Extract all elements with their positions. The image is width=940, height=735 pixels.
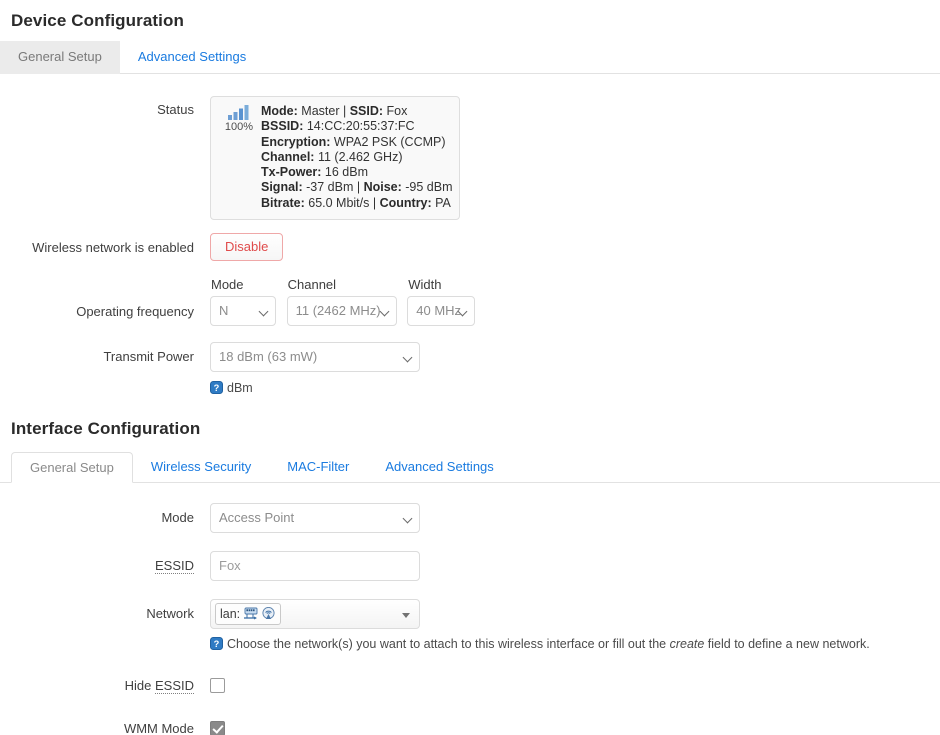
status-separator: | bbox=[339, 104, 350, 118]
status-line: Channel: 11 (2.462 GHz) bbox=[261, 150, 453, 165]
status-key: Channel: bbox=[261, 149, 315, 164]
network-chip-label: lan: bbox=[220, 607, 241, 621]
tab-device-general-setup[interactable]: General Setup bbox=[0, 41, 120, 74]
status-key: Noise: bbox=[363, 180, 402, 195]
wmm-mode-label: WMM Mode bbox=[123, 721, 194, 735]
status-key: BSSID: bbox=[261, 119, 304, 134]
tab-interface-general-setup[interactable]: General Setup bbox=[11, 452, 133, 483]
status-value: 65.0 Mbit/s bbox=[304, 195, 370, 210]
status-key: Encryption: bbox=[261, 134, 331, 149]
device-configuration-title: Device Configuration bbox=[11, 11, 184, 30]
network-chip-lan: lan: bbox=[215, 603, 282, 625]
transmit-power-help: ? dBm bbox=[210, 380, 420, 396]
status-value: Fox bbox=[383, 104, 408, 118]
status-key: Mode: bbox=[261, 104, 298, 118]
interface-mode-value: Access Point bbox=[219, 510, 295, 525]
help-question-icon: ? bbox=[210, 381, 223, 394]
status-value: 16 dBm bbox=[321, 165, 368, 180]
hide-essid-abbr: ESSID bbox=[154, 678, 194, 694]
wireless-config-page: Device Configuration General Setup Advan… bbox=[0, 0, 940, 735]
essid-input[interactable]: Fox bbox=[210, 551, 420, 581]
disable-wireless-button[interactable]: Disable bbox=[210, 233, 284, 261]
frequency-mode-col: Mode N bbox=[210, 278, 276, 326]
operating-frequency-label: Operating frequency bbox=[76, 304, 194, 319]
status-value: -37 dBm bbox=[302, 180, 354, 195]
frequency-mode-value: N bbox=[219, 303, 229, 318]
status-value: -95 dBm bbox=[401, 180, 453, 195]
svg-text:?: ? bbox=[214, 383, 220, 393]
status-label: Status bbox=[157, 102, 194, 117]
interface-mode-select[interactable]: Access Point bbox=[210, 503, 420, 533]
status-line: Bitrate: 65.0 Mbit/s | Country: PA bbox=[261, 196, 453, 211]
frequency-channel-heading: Channel bbox=[287, 277, 337, 292]
status-key: Tx-Power: bbox=[261, 165, 322, 180]
device-tab-bar: General Setup Advanced Settings bbox=[0, 41, 940, 74]
status-value: 11 (2.462 GHz) bbox=[314, 149, 403, 164]
frequency-width-select[interactable]: 40 MHz bbox=[407, 296, 476, 326]
svg-text:?: ? bbox=[214, 639, 220, 649]
status-key: Bitrate: bbox=[261, 195, 305, 210]
transmit-power-value: 18 dBm (63 mW) bbox=[219, 349, 318, 364]
chevron-down-icon bbox=[459, 308, 467, 316]
status-key: Country: bbox=[379, 195, 432, 210]
status-detail-lines: Mode: Master | SSID: Fox BSSID: 14:CC:20:… bbox=[259, 104, 453, 211]
status-value: 14:CC:20:55:37:FC bbox=[303, 119, 415, 134]
status-line: BSSID: 14:CC:20:55:37:FC bbox=[261, 119, 453, 134]
interface-mode-label: Mode bbox=[161, 510, 194, 525]
hide-essid-label-prefix: Hide bbox=[124, 678, 155, 693]
help-question-icon: ? bbox=[210, 637, 223, 650]
wireless-status-box: 100% Mode: Master | SSID: Fox BSSID: 14:C… bbox=[210, 96, 460, 221]
ethernet-switch-icon bbox=[244, 607, 258, 620]
hide-essid-label: Hide ESSID bbox=[0, 678, 194, 694]
network-select[interactable]: lan: bbox=[210, 599, 420, 629]
wmm-mode-checkbox[interactable] bbox=[210, 721, 225, 735]
frequency-channel-value: 11 (2462 MHz) bbox=[295, 303, 381, 318]
network-help-italic: create bbox=[669, 637, 705, 651]
transmit-power-select[interactable]: 18 dBm (63 mW) bbox=[210, 342, 420, 372]
frequency-width-heading: Width bbox=[408, 277, 442, 292]
status-key: Signal: bbox=[261, 180, 303, 195]
transmit-power-label: Transmit Power bbox=[103, 349, 194, 364]
hide-essid-checkbox[interactable] bbox=[210, 678, 225, 693]
status-value: WPA2 PSK (CCMP) bbox=[330, 134, 446, 149]
status-line: Signal: -37 dBm | Noise: -95 dBm bbox=[261, 180, 453, 195]
network-label: Network bbox=[146, 606, 194, 621]
chevron-down-icon bbox=[260, 308, 268, 316]
status-line: Encryption: WPA2 PSK (CCMP) bbox=[261, 135, 453, 150]
network-help: ? Choose the network(s) you want to atta… bbox=[210, 636, 870, 652]
tab-interface-wireless-security[interactable]: Wireless Security bbox=[133, 452, 269, 483]
interface-configuration-title: Interface Configuration bbox=[11, 419, 201, 438]
frequency-channel-select[interactable]: 11 (2462 MHz) bbox=[286, 296, 397, 326]
frequency-mode-heading: Mode bbox=[211, 277, 244, 292]
frequency-mode-select[interactable]: N bbox=[210, 296, 276, 326]
chevron-down-icon bbox=[381, 308, 389, 316]
wireless-enabled-label: Wireless network is enabled bbox=[32, 240, 194, 255]
essid-abbr: ESSID bbox=[154, 558, 194, 574]
network-help-prefix: Choose the network(s) you want to attach… bbox=[227, 637, 670, 651]
network-help-suffix: field to define a new network. bbox=[704, 637, 870, 651]
signal-percent-label: 100% bbox=[224, 121, 254, 133]
tab-interface-advanced-settings[interactable]: Advanced Settings bbox=[367, 452, 511, 483]
chevron-down-icon bbox=[404, 515, 412, 523]
essid-label: ESSID bbox=[0, 558, 194, 574]
status-line: Mode: Master | SSID: Fox bbox=[261, 104, 453, 119]
signal-indicator: 100% bbox=[219, 104, 259, 133]
frequency-channel-col: Channel 11 (2462 MHz) bbox=[286, 277, 397, 326]
status-value: PA bbox=[431, 195, 451, 210]
interface-tab-bar: General Setup Wireless Security MAC-Filt… bbox=[0, 450, 940, 483]
tab-interface-mac-filter[interactable]: MAC-Filter bbox=[269, 452, 367, 483]
wifi-antenna-icon bbox=[262, 607, 275, 620]
tab-device-advanced-settings[interactable]: Advanced Settings bbox=[120, 41, 264, 74]
status-separator: | bbox=[353, 180, 364, 195]
status-separator: | bbox=[369, 195, 380, 210]
status-value: Master bbox=[297, 104, 340, 118]
chevron-down-icon bbox=[404, 354, 412, 362]
signal-bars-icon bbox=[228, 105, 249, 120]
status-line: Tx-Power: 16 dBm bbox=[261, 165, 453, 180]
frequency-width-value: 40 MHz bbox=[416, 303, 462, 318]
transmit-power-help-text: dBm bbox=[227, 381, 253, 395]
frequency-width-col: Width 40 MHz bbox=[407, 277, 476, 326]
chevron-down-icon bbox=[402, 613, 410, 618]
status-key: SSID: bbox=[349, 104, 384, 118]
